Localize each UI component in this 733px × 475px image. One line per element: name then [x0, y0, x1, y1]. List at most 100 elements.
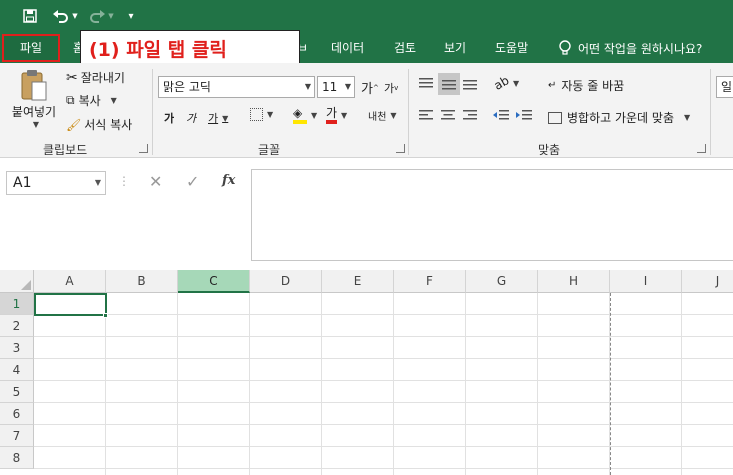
align-center-icon [441, 110, 455, 120]
orientation-button[interactable]: ab ▼ [491, 73, 520, 93]
chevron-down-icon: ▼ [390, 111, 397, 120]
merge-center-icon [548, 111, 562, 124]
column-gridline [321, 293, 322, 475]
column-header-b[interactable]: B [106, 270, 178, 293]
name-box-value: A1 [13, 175, 32, 191]
phonetic-button[interactable]: 내천 ▼ [368, 108, 397, 123]
column-gridline [681, 293, 682, 475]
tab-file[interactable]: 파일 [2, 34, 60, 62]
select-all-triangle-icon [21, 280, 31, 290]
fill-color-button[interactable]: ◈ ▼ [293, 106, 317, 124]
merge-center-button[interactable]: 병합하고 가운데 맞춤 ▼ [548, 109, 690, 126]
fill-handle[interactable] [103, 313, 108, 318]
row-header-3[interactable]: 3 [0, 337, 34, 359]
shrink-font-label: 가 [384, 82, 395, 95]
italic-button[interactable]: 가 [186, 110, 196, 126]
grow-font-button[interactable]: 가 ^ [361, 78, 379, 97]
column-header-i[interactable]: I [610, 270, 682, 293]
font-name-value: 맑은 고딕 [163, 80, 211, 94]
tab-review[interactable]: 검토 [394, 33, 416, 63]
paintbrush-icon: 🖌 [66, 117, 82, 132]
select-all-button[interactable] [0, 270, 34, 293]
format-painter-label: 서식 복사 [84, 118, 133, 132]
paste-icon [21, 70, 47, 101]
column-header-f[interactable]: F [394, 270, 466, 293]
decrease-indent-icon [493, 110, 509, 120]
column-header-j[interactable]: J [682, 270, 733, 293]
font-name-combo[interactable]: 맑은 고딕 ▼ [158, 76, 315, 98]
redo-button[interactable]: ▼ [86, 5, 116, 27]
shrink-font-button[interactable]: 가v [384, 80, 398, 96]
chevron-down-icon: ▼ [32, 120, 40, 129]
format-painter-button[interactable]: 🖌 서식 복사 [66, 116, 132, 133]
increase-indent-button[interactable] [515, 108, 533, 122]
tab-help[interactable]: 도움말 [495, 33, 528, 63]
row-header-5[interactable]: 5 [0, 381, 34, 403]
align-right-icon [463, 110, 477, 120]
font-group-label: 글꼴 [258, 143, 281, 157]
row-header-4[interactable]: 4 [0, 359, 34, 381]
underline-button[interactable]: 가 ▼ [208, 110, 228, 126]
borders-button[interactable]: ▼ [250, 108, 273, 121]
column-gridline [105, 293, 106, 475]
row-header-7[interactable]: 7 [0, 425, 34, 447]
align-top-icon [419, 78, 433, 88]
align-left-button[interactable] [418, 108, 434, 122]
clipboard-launcher-icon[interactable] [139, 144, 148, 153]
row-header-6[interactable]: 6 [0, 403, 34, 425]
orientation-icon: ab [491, 73, 512, 93]
font-size-value: 11 [322, 80, 338, 94]
tab-view[interactable]: 보기 [444, 33, 466, 63]
column-header-a[interactable]: A [34, 270, 106, 293]
formula-input[interactable] [251, 169, 733, 261]
tab-data[interactable]: 데이터 [331, 33, 364, 63]
active-cell[interactable] [34, 293, 107, 316]
column-header-e[interactable]: E [322, 270, 394, 293]
align-center-button[interactable] [440, 108, 456, 122]
customize-qat-button[interactable]: ▾ [124, 5, 138, 27]
column-header-d[interactable]: D [250, 270, 322, 293]
formula-bar-grip-icon[interactable]: ⋮ [118, 174, 130, 188]
spreadsheet-grid[interactable]: ABCDEFGHIJ 12345678 [0, 270, 733, 475]
row-header-2[interactable]: 2 [0, 315, 34, 337]
column-gridline [537, 293, 538, 475]
cut-label: 잘라내기 [80, 71, 125, 85]
undo-button[interactable]: ▼ [50, 5, 80, 27]
align-right-button[interactable] [462, 108, 478, 122]
paste-button[interactable]: 붙여넣기 ▼ [8, 69, 60, 129]
column-header-g[interactable]: G [466, 270, 538, 293]
copy-icon: ⧉ [66, 93, 75, 107]
column-header-c[interactable]: C [178, 270, 250, 293]
cut-button[interactable]: ✂ 잘라내기 [66, 69, 125, 86]
font-size-combo[interactable]: 11 ▼ [317, 76, 355, 98]
increase-indent-icon [516, 110, 532, 120]
font-launcher-icon[interactable] [396, 144, 405, 153]
row-gridline [34, 314, 733, 315]
insert-function-button[interactable]: fx [222, 173, 235, 188]
tell-me-label: 어떤 작업을 원하시나요? [578, 41, 703, 56]
column-gridline [465, 293, 466, 475]
chevron-down-icon: ▼ [222, 113, 229, 123]
number-format-combo[interactable]: 일 [716, 76, 733, 98]
cancel-icon[interactable]: ✕ [149, 172, 162, 191]
font-color-button[interactable]: 가 ▼ [326, 106, 347, 124]
align-middle-button[interactable] [438, 73, 460, 95]
ribbon-body: 붙여넣기 ▼ ✂ 잘라내기 ⧉ 복사 ▼ 🖌 서식 복사 클립보드 맑은 고딕 … [0, 63, 733, 158]
row-header-8[interactable]: 8 [0, 447, 34, 469]
copy-button[interactable]: ⧉ 복사 ▼ [66, 92, 117, 109]
save-icon[interactable] [20, 5, 40, 27]
wrap-text-button[interactable]: ↵ 자동 줄 바꿈 [548, 77, 624, 94]
chevron-down-icon: ▼ [684, 113, 691, 122]
alignment-launcher-icon[interactable] [697, 144, 706, 153]
row-header-1[interactable]: 1 [0, 293, 34, 315]
bold-button[interactable]: 가 [164, 110, 174, 126]
checkmark-icon[interactable]: ✓ [186, 172, 199, 191]
decrease-indent-button[interactable] [492, 108, 510, 122]
name-box[interactable]: A1 ▼ [6, 171, 106, 195]
align-bottom-button[interactable] [462, 76, 478, 90]
tell-me-search[interactable]: 어떤 작업을 원하시나요? [558, 33, 702, 63]
formula-bar: A1 ▼ ⋮ ✕ ✓ fx [0, 158, 733, 270]
column-gridline [393, 293, 394, 475]
align-top-button[interactable] [418, 76, 434, 90]
column-header-h[interactable]: H [538, 270, 610, 293]
